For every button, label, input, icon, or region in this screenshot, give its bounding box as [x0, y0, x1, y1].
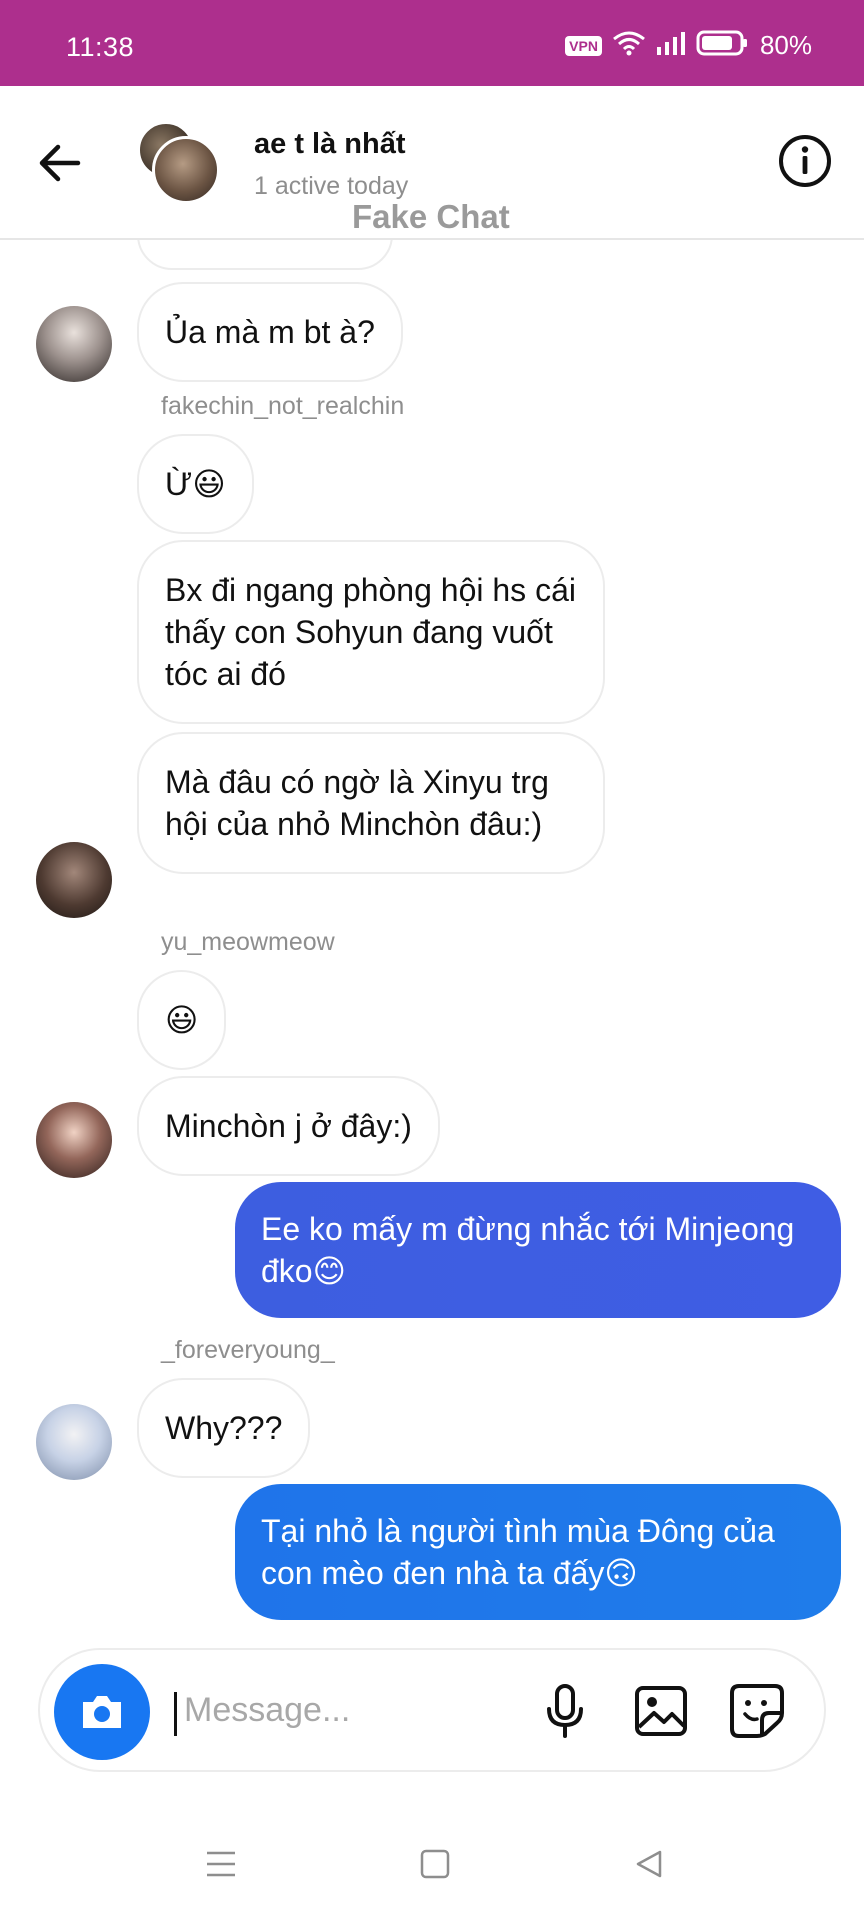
text-caret — [174, 1692, 177, 1736]
group-title[interactable]: ae t là nhất — [254, 128, 406, 161]
status-icons: VPN 80% — [565, 30, 812, 61]
menu-icon — [207, 1851, 235, 1877]
wifi-icon — [612, 30, 646, 61]
message-bubble[interactable]: Ừ😃 — [137, 434, 254, 534]
active-status: 1 active today — [254, 172, 409, 200]
microphone-icon — [547, 1684, 583, 1738]
message-composer — [38, 1648, 826, 1772]
sticker-button[interactable] — [726, 1680, 788, 1742]
avatar[interactable] — [36, 306, 112, 382]
signal-icon — [656, 31, 686, 60]
message-bubble[interactable]: Bx đi ngang phòng hội hs cái thấy con So… — [137, 540, 605, 724]
message-bubble-outgoing[interactable]: Ee ko mấy m đừng nhắc tới Minjeong đko😊 — [235, 1182, 841, 1318]
microphone-button[interactable] — [534, 1680, 596, 1742]
chat-header: ae t là nhất 1 active today Fake Chat — [0, 86, 864, 240]
battery-percentage: 80% — [759, 30, 812, 60]
message-bubble-cut — [137, 240, 393, 270]
menu-button[interactable] — [201, 1844, 241, 1884]
message-bubble[interactable]: 😃 — [137, 970, 227, 1070]
vpn-badge: VPN — [565, 35, 602, 56]
avatar[interactable] — [36, 1404, 112, 1480]
back-nav-button[interactable] — [629, 1844, 669, 1884]
camera-button[interactable] — [54, 1664, 150, 1760]
gallery-button[interactable] — [630, 1680, 692, 1742]
triangle-back-icon — [636, 1850, 662, 1878]
group-avatar[interactable] — [138, 122, 220, 204]
image-icon — [635, 1686, 687, 1736]
status-bar: 11:38 VPN 80% — [0, 0, 864, 86]
message-input[interactable] — [180, 1680, 514, 1740]
message-bubble[interactable]: Why??? — [137, 1378, 311, 1478]
group-avatar-front — [152, 136, 220, 204]
sender-name: _foreveryoung_ — [161, 1336, 335, 1364]
message-bubble[interactable]: Ủa mà m bt à? — [137, 282, 403, 382]
message-list[interactable]: Ủa mà m bt à? fakechin_not_realchin Ừ😃 B… — [0, 240, 864, 1640]
avatar[interactable] — [36, 842, 112, 918]
arrow-left-icon — [39, 144, 81, 182]
status-time: 11:38 — [66, 32, 135, 62]
sticker-icon — [730, 1684, 784, 1738]
info-button[interactable] — [776, 132, 834, 190]
navigation-bar — [0, 1800, 864, 1920]
message-bubble[interactable]: Minchòn j ở đây:) — [137, 1076, 440, 1176]
message-bubble[interactable]: Mà đâu có ngờ là Xinyu trg hội của nhỏ M… — [137, 732, 605, 874]
sender-name: fakechin_not_realchin — [161, 392, 405, 420]
home-button[interactable] — [415, 1844, 455, 1884]
message-bubble-outgoing[interactable]: Tại nhỏ là người tình mùa Đông của con m… — [235, 1484, 841, 1620]
watermark: Fake Chat — [352, 198, 510, 235]
home-icon — [420, 1849, 450, 1879]
battery-icon — [696, 30, 748, 61]
back-button[interactable] — [32, 136, 86, 190]
camera-icon — [83, 1696, 121, 1728]
avatar[interactable] — [36, 1102, 112, 1178]
info-icon — [779, 135, 831, 187]
sender-name: yu_meowmeow — [161, 928, 335, 956]
